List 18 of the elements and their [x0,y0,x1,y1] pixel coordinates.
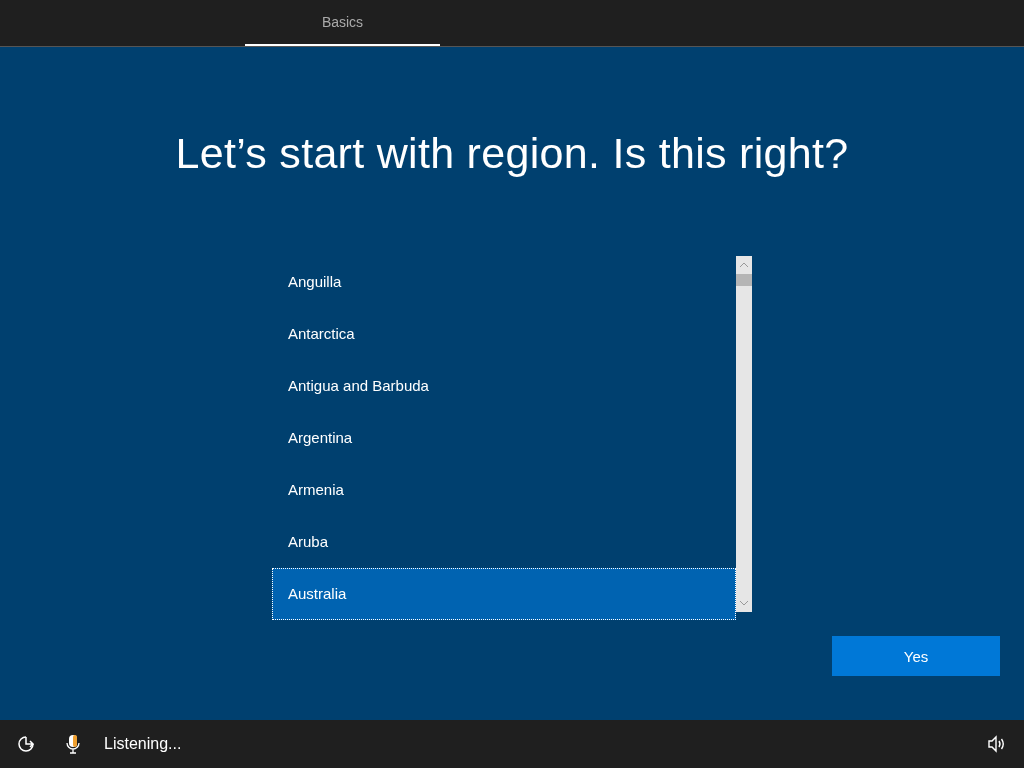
step-tab[interactable]: Basics [245,0,440,46]
volume-icon[interactable] [986,734,1006,754]
scroll-up-icon[interactable] [739,262,749,268]
yes-button[interactable]: Yes [832,636,1000,676]
region-list-item[interactable]: Armenia [272,464,736,516]
speech-status: Listening... [104,735,182,753]
region-list-item[interactable]: Australia [272,568,736,620]
region-list-item[interactable]: Aruba [272,516,736,568]
ease-of-access-icon[interactable] [16,734,36,754]
region-list-item[interactable]: Anguilla [272,256,736,308]
scroll-thumb[interactable] [736,274,752,286]
scroll-down-icon[interactable] [739,600,749,606]
region-list-item[interactable]: Antarctica [272,308,736,360]
microphone-icon[interactable] [66,734,80,754]
region-list-item[interactable]: Antigua and Barbuda [272,360,736,412]
region-list-item[interactable]: Argentina [272,412,736,464]
scrollbar[interactable] [736,256,752,612]
page-title: Let’s start with region. Is this right? [175,128,849,179]
